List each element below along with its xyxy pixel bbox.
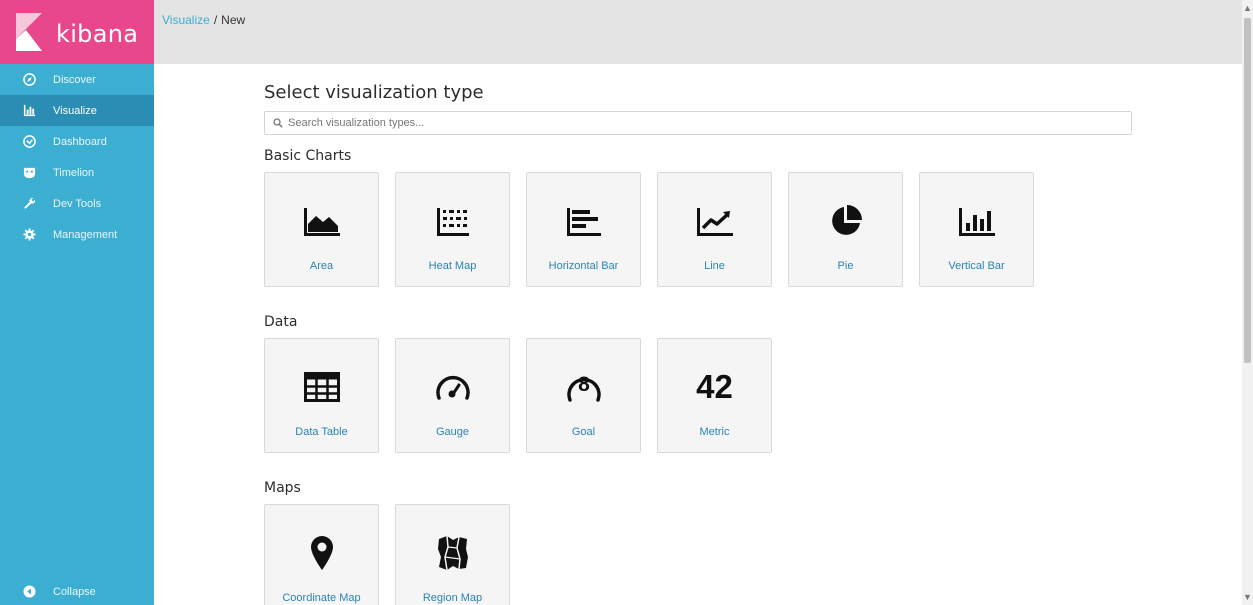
page-scrollbar[interactable]: ▲ ▼	[1242, 0, 1253, 605]
pie-chart-icon	[789, 201, 902, 241]
collapse-arrow-icon	[23, 585, 36, 598]
breadcrumb-current: New	[221, 13, 246, 27]
logo-text: kibana	[56, 20, 139, 48]
viz-card-heat-map[interactable]: Heat Map	[395, 172, 510, 287]
bar-chart-icon	[23, 104, 36, 117]
viz-card-label: Horizontal Bar	[548, 260, 619, 272]
sidebar-item-label: Visualize	[53, 104, 97, 117]
viz-card-horizontal-bar[interactable]: Horizontal Bar	[526, 172, 641, 287]
viz-card-label: Region Map	[422, 592, 483, 604]
sidebar-item-label: Management	[53, 228, 118, 241]
timelion-icon	[23, 166, 36, 179]
search-box[interactable]	[264, 111, 1132, 135]
breadcrumb-visualize-link[interactable]: Visualize	[162, 13, 210, 27]
scrollbar-thumb[interactable]	[1244, 18, 1251, 363]
scroll-down-arrow-icon[interactable]: ▼	[1242, 589, 1253, 605]
viz-card-pie[interactable]: Pie	[788, 172, 903, 287]
collapse-button[interactable]: Collapse	[0, 578, 154, 605]
viz-card-label: Line	[704, 260, 725, 272]
sidebar-item-dev-tools[interactable]: Dev Tools	[0, 188, 154, 219]
sidebar-item-label: Discover	[53, 73, 96, 86]
sidebar-item-label: Dashboard	[53, 135, 107, 148]
collapse-label: Collapse	[53, 585, 96, 598]
viz-card-goal[interactable]: 8 Goal	[526, 338, 641, 453]
viz-card-region-map[interactable]: Region Map	[395, 504, 510, 605]
table-icon	[265, 367, 378, 407]
line-chart-icon	[658, 201, 771, 241]
heat-map-icon	[396, 201, 509, 241]
viz-card-label: Pie	[837, 260, 854, 272]
sidebar-item-label: Timelion	[53, 166, 95, 179]
sidebar-item-label: Dev Tools	[53, 197, 102, 210]
compass-icon	[23, 73, 36, 86]
sidebar-nav: Discover Visualize Dashboard Timelion De…	[0, 64, 154, 250]
viz-card-data-table[interactable]: Data Table	[264, 338, 379, 453]
viz-card-vertical-bar[interactable]: Vertical Bar	[919, 172, 1034, 287]
goal-icon: 8	[527, 367, 640, 407]
region-map-icon	[396, 533, 509, 573]
section-title-data: Data	[264, 314, 298, 330]
gear-icon	[23, 228, 36, 241]
sidebar-item-timelion[interactable]: Timelion	[0, 157, 154, 188]
goal-icon-number: 8	[578, 373, 590, 396]
viz-card-metric[interactable]: 42 Metric	[657, 338, 772, 453]
main-content: Select visualization type Basic Charts A…	[154, 64, 1242, 605]
viz-card-line[interactable]: Line	[657, 172, 772, 287]
area-chart-icon	[265, 201, 378, 241]
gauge-icon	[396, 367, 509, 407]
sidebar: kibana Discover Visualize Dashboard Time…	[0, 0, 154, 605]
page-title: Select visualization type	[264, 82, 484, 103]
wrench-icon	[23, 197, 36, 210]
search-input[interactable]	[288, 117, 1128, 129]
search-icon	[273, 118, 283, 128]
horizontal-bar-icon	[527, 201, 640, 241]
breadcrumb-separator: /	[213, 13, 218, 27]
breadcrumb: Visualize / New	[162, 13, 245, 27]
viz-card-label: Data Table	[295, 426, 348, 438]
viz-card-area[interactable]: Area	[264, 172, 379, 287]
viz-card-label: Goal	[571, 426, 596, 438]
dashboard-icon	[23, 135, 36, 148]
sidebar-item-discover[interactable]: Discover	[0, 64, 154, 95]
viz-card-label: Area	[309, 260, 334, 272]
kibana-logo[interactable]: kibana	[0, 0, 154, 64]
viz-card-label: Vertical Bar	[948, 260, 1005, 272]
viz-card-label: Gauge	[435, 426, 470, 438]
section-title-maps: Maps	[264, 480, 301, 496]
viz-card-coordinate-map[interactable]: Coordinate Map	[264, 504, 379, 605]
vertical-bar-icon	[920, 201, 1033, 241]
viz-card-gauge[interactable]: Gauge	[395, 338, 510, 453]
metric-icon: 42	[658, 367, 771, 407]
map-pin-icon	[265, 533, 378, 573]
sidebar-item-management[interactable]: Management	[0, 219, 154, 250]
section-title-basic-charts: Basic Charts	[264, 148, 352, 164]
top-bar: Visualize / New	[154, 0, 1242, 64]
scroll-up-arrow-icon[interactable]: ▲	[1242, 0, 1253, 16]
viz-card-label: Coordinate Map	[282, 592, 361, 604]
sidebar-item-dashboard[interactable]: Dashboard	[0, 126, 154, 157]
kibana-logo-icon	[16, 13, 42, 51]
metric-icon-number: 42	[696, 368, 733, 405]
viz-card-label: Heat Map	[428, 260, 477, 272]
sidebar-item-visualize[interactable]: Visualize	[0, 95, 154, 126]
viz-card-label: Metric	[699, 426, 730, 438]
